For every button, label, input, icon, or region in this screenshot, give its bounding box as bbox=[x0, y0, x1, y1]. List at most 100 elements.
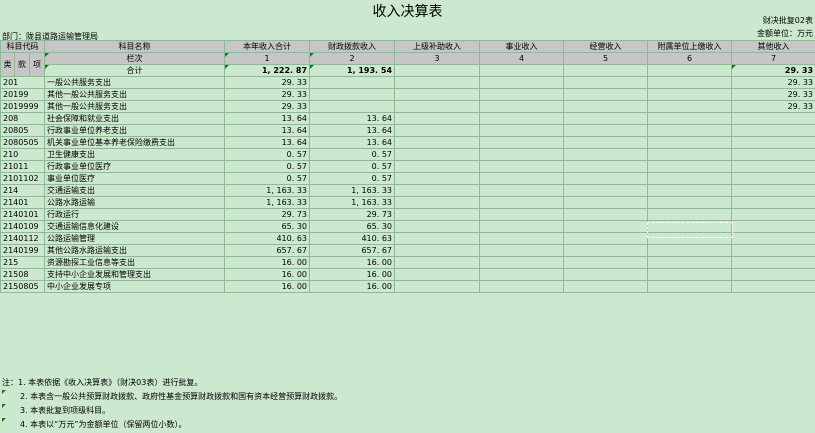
row-value-col-6[interactable] bbox=[647, 124, 733, 137]
header-col-5[interactable]: 经营收入 bbox=[563, 40, 649, 53]
row-value-col-4[interactable] bbox=[479, 160, 565, 173]
row-name[interactable]: 其他一般公共服务支出 bbox=[44, 100, 226, 113]
row-value-col-2[interactable]: 410. 63 bbox=[309, 232, 396, 245]
row-value-col-1[interactable]: 0. 57 bbox=[224, 148, 311, 161]
row-value-col-6[interactable] bbox=[647, 88, 733, 101]
total-label[interactable]: 合计 bbox=[44, 64, 226, 77]
row-code[interactable]: 2150805 bbox=[0, 280, 46, 293]
row-value-col-5[interactable] bbox=[563, 280, 649, 293]
row-value-col-2[interactable]: 29. 73 bbox=[309, 208, 396, 221]
row-value-col-4[interactable] bbox=[479, 208, 565, 221]
row-value-col-7[interactable] bbox=[731, 124, 815, 137]
row-value-col-3[interactable] bbox=[394, 160, 481, 173]
row-value-col-1[interactable]: 657. 67 bbox=[224, 244, 311, 257]
row-code[interactable]: 214 bbox=[0, 184, 46, 197]
row-code[interactable]: 2080505 bbox=[0, 136, 46, 149]
row-value-col-2[interactable]: 1, 163. 33 bbox=[309, 184, 396, 197]
lanci-3[interactable]: 3 bbox=[394, 52, 481, 65]
row-value-col-7[interactable] bbox=[731, 232, 815, 245]
row-value-col-3[interactable] bbox=[394, 196, 481, 209]
total-cell[interactable] bbox=[479, 64, 565, 77]
row-value-col-4[interactable] bbox=[479, 256, 565, 269]
row-value-col-5[interactable] bbox=[563, 100, 649, 113]
header-col-7[interactable]: 其他收入 bbox=[731, 40, 815, 53]
row-value-col-2[interactable]: 0. 57 bbox=[309, 172, 396, 185]
row-value-col-4[interactable] bbox=[479, 280, 565, 293]
row-value-col-6[interactable] bbox=[647, 160, 733, 173]
header-col-4[interactable]: 事业收入 bbox=[479, 40, 565, 53]
row-value-col-5[interactable] bbox=[563, 268, 649, 281]
lanci-7[interactable]: 7 bbox=[731, 52, 815, 65]
row-value-col-7[interactable] bbox=[731, 280, 815, 293]
row-value-col-4[interactable] bbox=[479, 124, 565, 137]
total-cell[interactable]: 1, 193. 54 bbox=[309, 64, 396, 77]
row-value-col-7[interactable] bbox=[731, 220, 815, 233]
row-code[interactable]: 2140112 bbox=[0, 232, 46, 245]
row-value-col-5[interactable] bbox=[563, 184, 649, 197]
row-value-col-7[interactable]: 29. 33 bbox=[731, 88, 815, 101]
row-value-col-7[interactable] bbox=[731, 256, 815, 269]
row-value-col-3[interactable] bbox=[394, 76, 481, 89]
row-name[interactable]: 交通运输支出 bbox=[44, 184, 226, 197]
row-value-col-3[interactable] bbox=[394, 220, 481, 233]
row-value-col-2[interactable]: 657. 67 bbox=[309, 244, 396, 257]
row-value-col-2[interactable] bbox=[309, 100, 396, 113]
row-value-col-2[interactable]: 16. 00 bbox=[309, 256, 396, 269]
row-name[interactable]: 一般公共服务支出 bbox=[44, 76, 226, 89]
total-cell[interactable] bbox=[647, 64, 733, 77]
row-value-col-4[interactable] bbox=[479, 136, 565, 149]
selected-cell[interactable] bbox=[647, 222, 733, 238]
row-value-col-7[interactable] bbox=[731, 244, 815, 257]
row-name[interactable]: 卫生健康支出 bbox=[44, 148, 226, 161]
row-value-col-4[interactable] bbox=[479, 112, 565, 125]
row-value-col-4[interactable] bbox=[479, 76, 565, 89]
row-name[interactable]: 其他一般公共服务支出 bbox=[44, 88, 226, 101]
row-value-col-6[interactable] bbox=[647, 136, 733, 149]
row-value-col-7[interactable] bbox=[731, 112, 815, 125]
row-value-col-1[interactable]: 16. 00 bbox=[224, 256, 311, 269]
row-value-col-5[interactable] bbox=[563, 76, 649, 89]
total-cell[interactable] bbox=[394, 64, 481, 77]
row-value-col-5[interactable] bbox=[563, 208, 649, 221]
row-value-col-5[interactable] bbox=[563, 196, 649, 209]
row-code[interactable]: 20805 bbox=[0, 124, 46, 137]
row-code[interactable]: 21011 bbox=[0, 160, 46, 173]
row-value-col-6[interactable] bbox=[647, 184, 733, 197]
row-value-col-4[interactable] bbox=[479, 268, 565, 281]
row-value-col-4[interactable] bbox=[479, 220, 565, 233]
row-value-col-6[interactable] bbox=[647, 280, 733, 293]
row-value-col-7[interactable] bbox=[731, 136, 815, 149]
row-value-col-7[interactable] bbox=[731, 196, 815, 209]
row-name[interactable]: 行政运行 bbox=[44, 208, 226, 221]
row-code[interactable]: 2019999 bbox=[0, 100, 46, 113]
row-value-col-5[interactable] bbox=[563, 256, 649, 269]
row-value-col-3[interactable] bbox=[394, 208, 481, 221]
row-value-col-4[interactable] bbox=[479, 172, 565, 185]
row-value-col-5[interactable] bbox=[563, 88, 649, 101]
header-name[interactable]: 科目名称 bbox=[44, 40, 226, 53]
row-value-col-1[interactable]: 1, 163. 33 bbox=[224, 184, 311, 197]
row-value-col-5[interactable] bbox=[563, 136, 649, 149]
row-name[interactable]: 机关事业单位基本养老保险缴费支出 bbox=[44, 136, 226, 149]
row-value-col-3[interactable] bbox=[394, 112, 481, 125]
row-code[interactable]: 201 bbox=[0, 76, 46, 89]
row-value-col-5[interactable] bbox=[563, 124, 649, 137]
total-cell[interactable]: 29. 33 bbox=[731, 64, 815, 77]
row-value-col-5[interactable] bbox=[563, 160, 649, 173]
row-value-col-6[interactable] bbox=[647, 196, 733, 209]
row-value-col-5[interactable] bbox=[563, 244, 649, 257]
lanci-5[interactable]: 5 bbox=[563, 52, 649, 65]
header-col-2[interactable]: 财政拨款收入 bbox=[309, 40, 396, 53]
row-value-col-1[interactable]: 65. 30 bbox=[224, 220, 311, 233]
row-value-col-6[interactable] bbox=[647, 256, 733, 269]
row-code[interactable]: 208 bbox=[0, 112, 46, 125]
row-value-col-1[interactable]: 13. 64 bbox=[224, 124, 311, 137]
header-col-1[interactable]: 本年收入合计 bbox=[224, 40, 311, 53]
row-name[interactable]: 中小企业发展专项 bbox=[44, 280, 226, 293]
row-value-col-1[interactable]: 29. 33 bbox=[224, 76, 311, 89]
row-value-col-3[interactable] bbox=[394, 280, 481, 293]
row-value-col-2[interactable]: 1, 163. 33 bbox=[309, 196, 396, 209]
row-value-col-3[interactable] bbox=[394, 268, 481, 281]
row-value-col-6[interactable] bbox=[647, 112, 733, 125]
row-value-col-3[interactable] bbox=[394, 148, 481, 161]
